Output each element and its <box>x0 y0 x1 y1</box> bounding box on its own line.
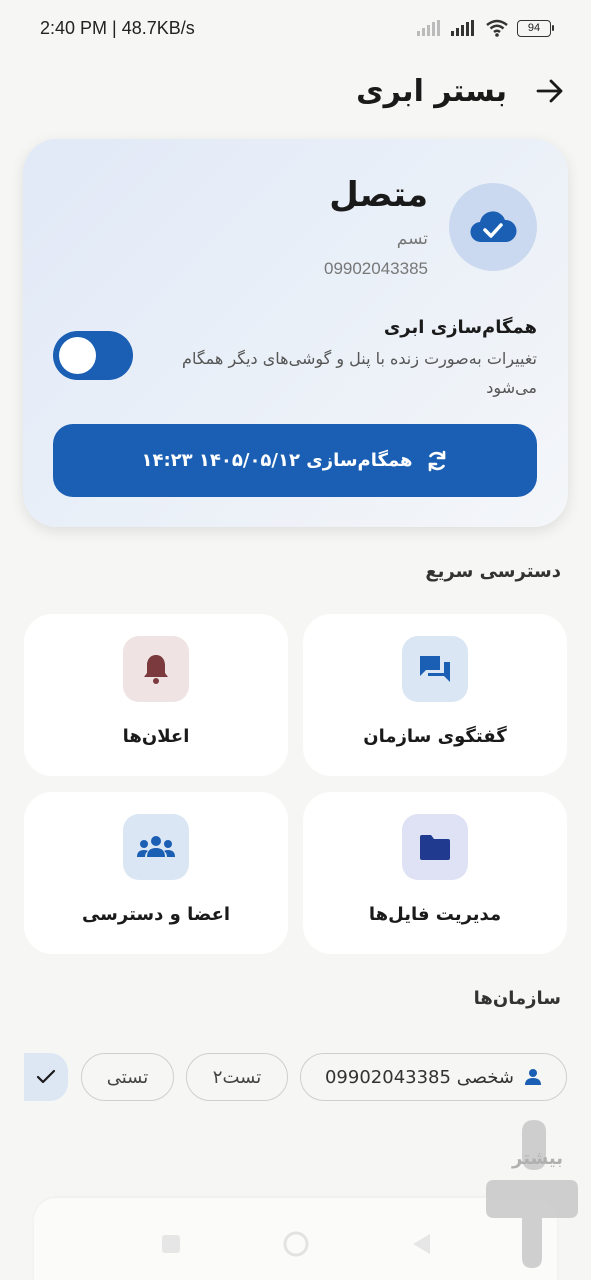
status-time: 2:40 PM | 48.7KB/s <box>40 17 195 38</box>
arrow-right-icon <box>536 79 563 103</box>
chip-label: تستی <box>106 1066 149 1088</box>
sync-description: تغییرات به‌صورت زنده با پنل و گوشی‌های د… <box>182 349 537 397</box>
sync-button-label: همگام‌سازی ۱۴۰۵/۰۵/۱۲ ۱۴:۲۳ <box>141 450 413 471</box>
wifi-icon <box>486 19 508 37</box>
home-icon[interactable] <box>282 1230 310 1258</box>
tile-icon-box <box>123 636 189 702</box>
watermark-text: بیشتر <box>512 1148 563 1169</box>
chip-label: تست۲ <box>212 1066 262 1088</box>
signal-icon-2 <box>451 20 474 36</box>
chat-icon <box>420 656 450 682</box>
selected-org-indicator[interactable] <box>24 1053 68 1101</box>
page-title: بستر ابری <box>356 73 507 109</box>
tile-label: اعضا و دسترسی <box>81 904 231 925</box>
tile-label: مدیریت فایل‌ها <box>368 904 502 925</box>
quick-access-title: دسترسی سریع <box>425 561 561 582</box>
group-icon <box>137 836 175 857</box>
connection-card: متصل تسم 09902043385 همگام‌سازی ابری تغی… <box>23 139 568 527</box>
organizations-title: سازمان‌ها <box>473 988 561 1009</box>
tile-file-management[interactable]: مدیریت فایل‌ها <box>303 792 567 954</box>
status-icons: 94 <box>417 19 554 37</box>
account-phone: 09902043385 <box>323 259 428 278</box>
org-chip-test2[interactable]: تست۲ <box>186 1053 288 1101</box>
back-nav-icon[interactable] <box>410 1232 432 1256</box>
app-header: بستر ابری <box>0 62 591 120</box>
tile-label: گفتگوی سازمان <box>363 726 507 747</box>
watermark-logo <box>486 1120 578 1268</box>
tile-icon-box <box>402 636 468 702</box>
signal-icon <box>417 20 440 36</box>
organization-chips: تستی تست۲ شخصی 09902043385 <box>24 1053 567 1101</box>
tile-icon-box <box>123 814 189 880</box>
account-name: تسم <box>396 229 428 249</box>
status-bar: 2:40 PM | 48.7KB/s 94 <box>0 0 591 56</box>
org-chip-testi[interactable]: تستی <box>81 1053 174 1101</box>
cloud-check-icon <box>470 211 517 243</box>
tile-label: اعلان‌ها <box>122 726 190 747</box>
tile-notifications[interactable]: اعلان‌ها <box>24 614 288 776</box>
bell-icon <box>144 655 168 684</box>
tile-org-chat[interactable]: گفتگوی سازمان <box>303 614 567 776</box>
sync-now-button[interactable]: همگام‌سازی ۱۴۰۵/۰۵/۱۲ ۱۴:۲۳ <box>53 424 537 497</box>
org-chip-personal[interactable]: شخصی 09902043385 <box>300 1053 567 1101</box>
folder-icon <box>420 835 450 860</box>
cloud-status-badge <box>449 183 537 271</box>
sync-title: همگام‌سازی ابری <box>383 317 537 338</box>
tile-members-access[interactable]: اعضا و دسترسی <box>24 792 288 954</box>
back-button[interactable] <box>533 74 567 108</box>
chip-label: شخصی 09902043385 <box>324 1066 515 1088</box>
sync-icon <box>428 450 445 471</box>
person-icon <box>525 1069 542 1085</box>
recent-apps-icon[interactable] <box>160 1233 182 1255</box>
toggle-knob <box>59 337 96 374</box>
connection-status: متصل <box>329 175 428 215</box>
battery-indicator: 94 <box>517 19 554 37</box>
tile-icon-box <box>402 814 468 880</box>
check-icon <box>36 1069 56 1084</box>
sync-toggle[interactable] <box>53 331 133 380</box>
